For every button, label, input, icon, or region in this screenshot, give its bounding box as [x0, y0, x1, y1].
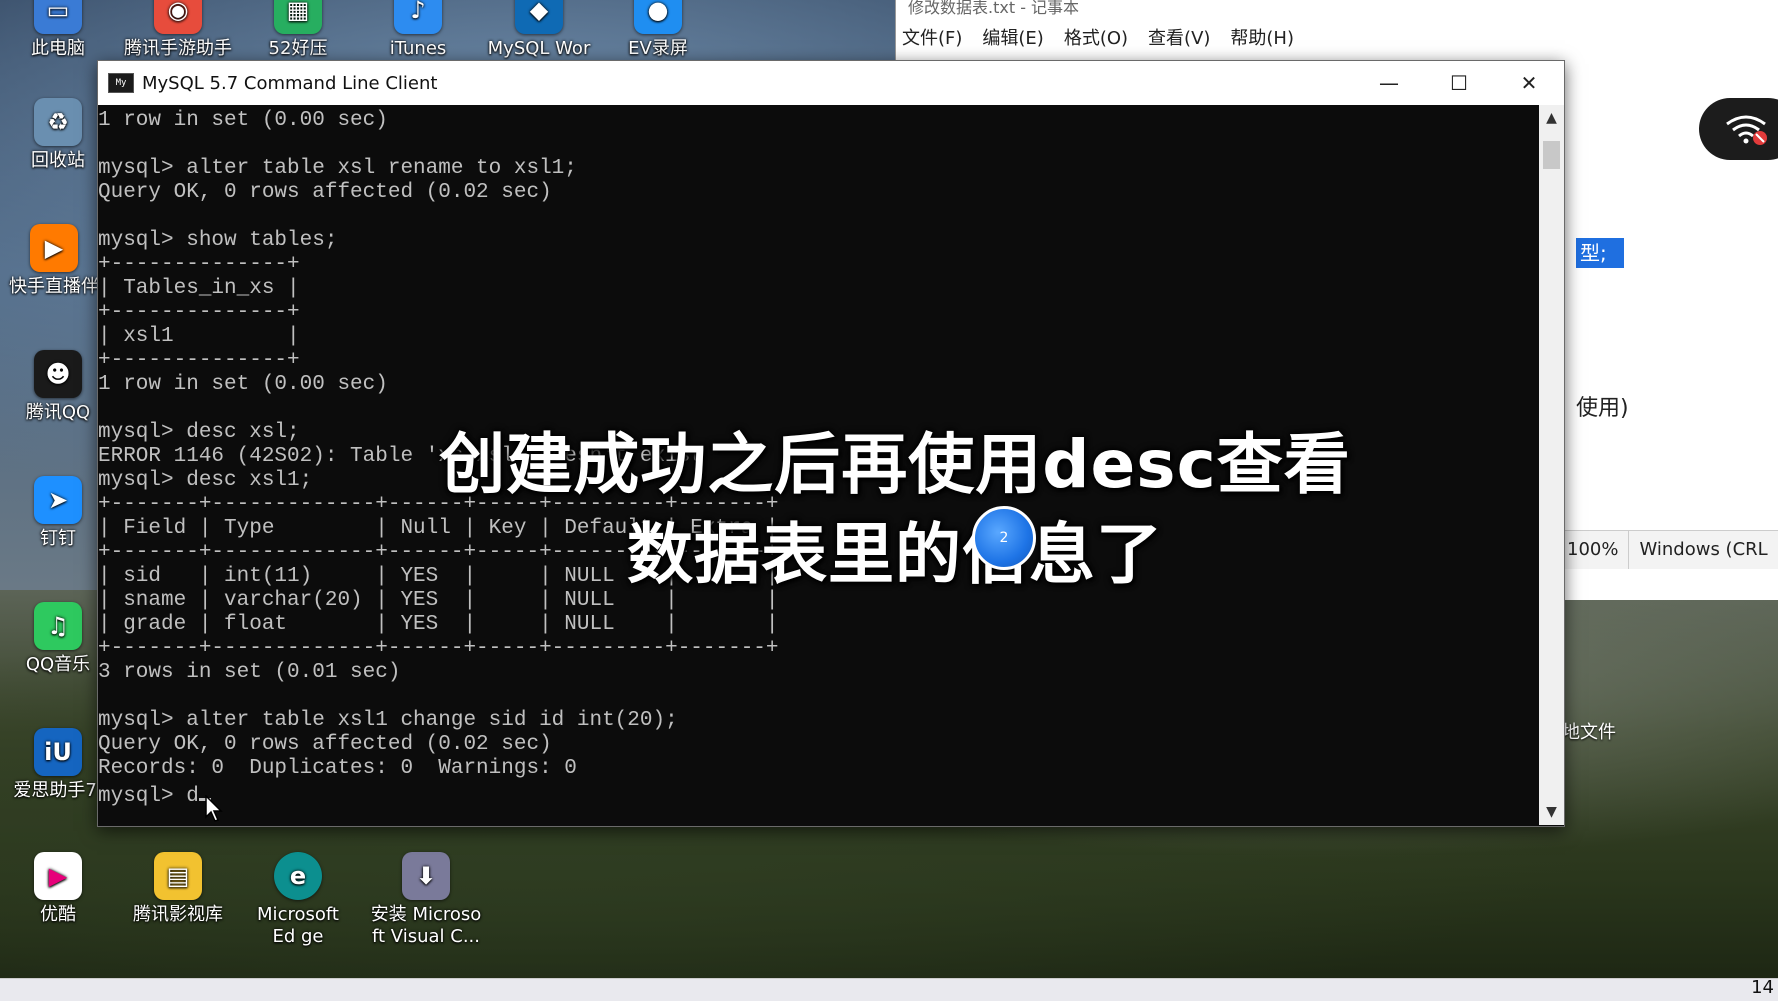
desktop-icon-dingtalk[interactable]: ➤ 钉钉 — [4, 476, 112, 550]
tencent-video-library-icon: ▤ — [154, 852, 202, 900]
ev-recorder-icon: ● — [634, 0, 682, 34]
desktop-icon-mysql-workbench[interactable]: ◆ MySQL Wor kbench 6.3 — [484, 0, 594, 60]
desktop-file-hint: 地文件 — [1562, 722, 1616, 743]
notepad-menu-edit[interactable]: 编辑(E) — [980, 20, 1045, 52]
console-titlebar[interactable]: My MySQL 5.7 Command Line Client — ☐ ✕ — [98, 61, 1564, 105]
notepad-selected-text[interactable]: 型; — [1576, 238, 1624, 268]
scrollbar-thumb[interactable] — [1543, 141, 1560, 169]
desktop-icon-ev-recorder[interactable]: ● EV录屏 — [604, 0, 712, 60]
mouse-pointer-icon — [205, 795, 223, 822]
desktop-icon-youku[interactable]: ▶ 优酷 — [4, 852, 112, 926]
floating-assistant-bubble[interactable]: 2 — [972, 506, 1036, 570]
notepad-menu-help[interactable]: 帮助(H) — [1228, 20, 1296, 52]
installer-icon: ⬇ — [402, 852, 450, 900]
notepad-text-fragment: 使用) — [1576, 396, 1629, 421]
mysql-workbench-icon: ◆ — [515, 0, 563, 34]
computer-icon: ▭ — [34, 0, 82, 34]
qq-icon: ☻ — [34, 350, 82, 398]
taskbar-clock[interactable]: 14 — [1751, 977, 1774, 998]
subtitle-line-2: 数据表里的信息了 — [627, 516, 1163, 593]
wifi-status-pill[interactable] — [1699, 98, 1778, 160]
desktop-icon-i4-assistant[interactable]: iU 爱思助手7. — [4, 728, 112, 802]
desktop-icon-recycle-bin[interactable]: ♻ 回收站 — [4, 98, 112, 172]
desktop-icon-visual-c-installer[interactable]: ⬇ 安装 Microso ft Visual C... — [364, 852, 488, 948]
desktop-icon-haozip[interactable]: ▦ 52好压 — [244, 0, 352, 60]
haozip-icon: ▦ — [274, 0, 322, 34]
notepad-menu-format[interactable]: 格式(O) — [1062, 20, 1130, 52]
desktop-icon-itunes[interactable]: ♪ iTunes — [364, 0, 472, 60]
console-scrollbar[interactable]: ▲ ▼ — [1539, 105, 1564, 825]
subtitle-line-1: 创建成功之后再使用desc查看 — [439, 426, 1351, 503]
minimize-button[interactable]: — — [1354, 61, 1424, 105]
itunes-icon: ♪ — [394, 0, 442, 34]
desktop-icon-edge[interactable]: e Microsoft Ed ge — [244, 852, 352, 948]
notepad-encoding: Windows (CRL — [1628, 531, 1777, 569]
qq-music-icon: ♫ — [34, 602, 82, 650]
desktop-icon-kuaishou-live[interactable]: ▶ 快手直播伴 — [0, 224, 108, 298]
notepad-title: 修改数据表.txt - 记事本 — [908, 0, 1080, 17]
notepad-statusbar: 100% Windows (CRL — [1556, 530, 1778, 569]
wifi-off-icon — [1726, 115, 1767, 145]
recycle-bin-icon: ♻ — [34, 98, 82, 146]
scroll-up-icon[interactable]: ▲ — [1539, 105, 1564, 131]
taskbar[interactable]: 14 — [0, 977, 1778, 1001]
i4-assistant-icon: iU — [34, 728, 82, 776]
notepad-zoom: 100% — [1556, 531, 1628, 569]
close-button[interactable]: ✕ — [1494, 61, 1564, 105]
mysql-app-icon: My — [108, 73, 134, 93]
notepad-menu-view[interactable]: 查看(V) — [1146, 20, 1212, 52]
scroll-down-icon[interactable]: ▼ — [1539, 799, 1564, 825]
desktop-icon-tencent-video-library[interactable]: ▤ 腾讯影视库 — [124, 852, 232, 926]
dingtalk-icon: ➤ — [34, 476, 82, 524]
console-prompt-line[interactable]: mysql> d — [98, 781, 1538, 809]
desktop-icon-this-pc[interactable]: ▭ 此电脑 — [4, 0, 112, 60]
youku-icon: ▶ — [34, 852, 82, 900]
desktop-icon-qq-music[interactable]: ♫ QQ音乐 — [4, 602, 112, 676]
maximize-button[interactable]: ☐ — [1424, 61, 1494, 105]
kuaishou-live-icon: ▶ — [30, 224, 78, 272]
desktop-icon-tencent-game-assistant[interactable]: ◉ 腾讯手游助手 — [124, 0, 232, 60]
desktop-icon-qq[interactable]: ☻ 腾讯QQ — [4, 350, 112, 424]
console-title: MySQL 5.7 Command Line Client — [142, 72, 438, 94]
console-prompt-text: mysql> d — [98, 785, 199, 808]
notepad-menu-file[interactable]: 文件(F) — [900, 20, 964, 52]
bubble-badge: 2 — [999, 530, 1009, 546]
window-controls: — ☐ ✕ — [1354, 61, 1564, 105]
edge-icon: e — [274, 852, 322, 900]
video-subtitle: 创建成功之后再使用desc查看 数据表里的信息了 — [420, 420, 1370, 600]
tencent-game-assistant-icon: ◉ — [154, 0, 202, 34]
